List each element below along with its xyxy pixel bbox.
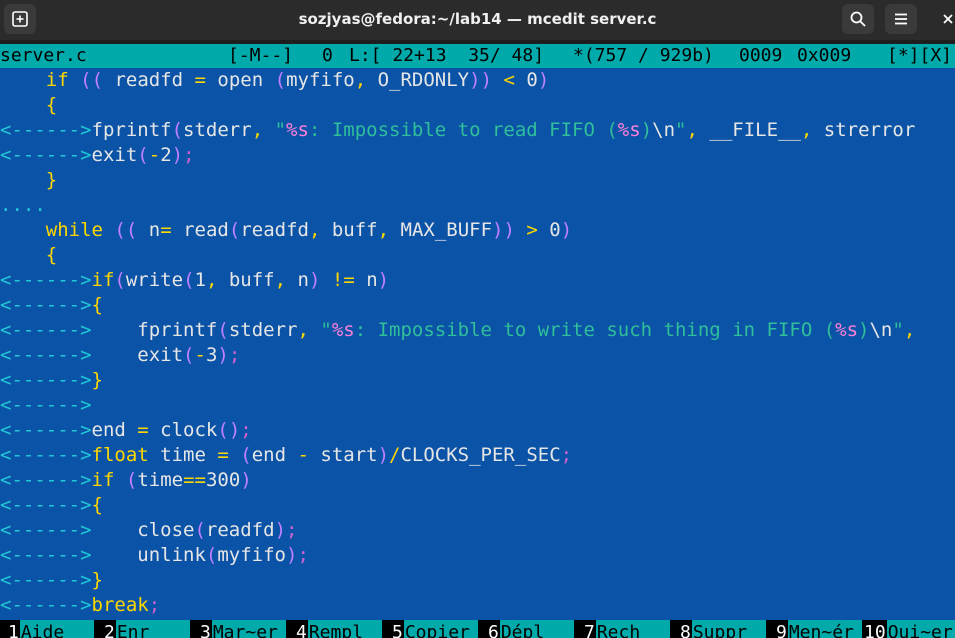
fkey-number: 9	[776, 622, 787, 638]
fkey-10[interactable]: 10 Qui~er	[864, 620, 955, 638]
hamburger-menu-icon	[895, 13, 907, 25]
fkey-3[interactable]: 3 Mar~er	[192, 620, 286, 638]
function-key-bar: 1 Aide 2 Enr 3 Mar~er 4 Rempl 5 Copier 6 Dépl 7 Rech 8…	[0, 620, 955, 638]
fkey-9[interactable]: 9 Men~ér	[768, 620, 862, 638]
code-line[interactable]: <------>}	[0, 568, 955, 593]
code-line[interactable]: <------> exit(-3);	[0, 343, 955, 368]
fkey-1[interactable]: 1 Aide	[0, 620, 94, 638]
fkey-number: 3	[200, 622, 211, 638]
window-title: sozjyas@fedora:~/lab14 — mcedit server.c	[298, 10, 657, 28]
code-line[interactable]: {	[0, 93, 955, 118]
fkey-label: Dépl	[499, 620, 574, 638]
editor-status-line: server.c [-M--] 0 L:[ 22+13 35/ 48] *(75…	[0, 44, 955, 68]
code-line[interactable]: }	[0, 168, 955, 193]
code-editor[interactable]: if (( readfd = open (myfifo, O_RDONLY)) …	[0, 68, 955, 620]
fkey-6[interactable]: 6 Dépl	[480, 620, 574, 638]
code-line[interactable]: <------>exit(-2);	[0, 143, 955, 168]
status-filename: server.c	[0, 45, 87, 66]
code-line[interactable]: <------>{	[0, 493, 955, 518]
code-line[interactable]: <------>break;	[0, 593, 955, 618]
code-line[interactable]: <------>fprintf(stderr, "%s: Impossible …	[0, 118, 955, 143]
status-line-info: L:[ 22+13 35/ 48]	[349, 45, 545, 66]
fkey-label: Suppr	[691, 620, 766, 638]
fkey-number: 4	[296, 622, 307, 638]
close-icon	[943, 14, 953, 24]
fkey-number: 6	[488, 622, 499, 638]
code-line[interactable]: <------> fprintf(stderr, "%s: Impossible…	[0, 318, 955, 343]
code-line[interactable]: while (( n= read(readfd, buff, MAX_BUFF)…	[0, 218, 955, 243]
fkey-4[interactable]: 4 Rempl	[288, 620, 382, 638]
fkey-number: 2	[104, 622, 115, 638]
code-line[interactable]: <------> close(readfd);	[0, 518, 955, 543]
fkey-label: Enr	[115, 620, 190, 638]
code-line[interactable]: <------>if(write(1, buff, n) != n)	[0, 268, 955, 293]
code-line[interactable]: <------>	[0, 393, 955, 418]
fkey-number: 5	[392, 622, 403, 638]
status-char-dec: 0009	[739, 45, 783, 66]
fkey-7[interactable]: 7 Rech	[576, 620, 670, 638]
fkey-2[interactable]: 2 Enr	[96, 620, 190, 638]
status-char-hex: 0x009	[797, 45, 852, 66]
fkey-label: Mar~er	[211, 620, 286, 638]
code-line[interactable]: <------>{	[0, 293, 955, 318]
code-line[interactable]: if (( readfd = open (myfifo, O_RDONLY)) …	[0, 68, 955, 93]
search-icon	[850, 11, 866, 27]
status-column: 0	[322, 45, 333, 66]
fkey-label: Copier	[403, 620, 478, 638]
menu-button[interactable]	[885, 4, 917, 34]
fkey-number: 1	[8, 622, 19, 638]
status-mode: [-M--]	[228, 45, 294, 66]
code-line[interactable]: <------>}	[0, 368, 955, 393]
status-window-buttons[interactable]: [*][X]	[887, 44, 952, 68]
status-bytes: *(757 / 929b)	[573, 45, 714, 66]
code-line[interactable]: <------>end = clock();	[0, 418, 955, 443]
fkey-label: Rempl	[307, 620, 382, 638]
fkey-5[interactable]: 5 Copier	[384, 620, 478, 638]
fkey-label: Qui~er	[886, 620, 955, 638]
fkey-label: Rech	[595, 620, 670, 638]
code-line[interactable]: ....	[0, 193, 955, 218]
fkey-label: Men~ér	[787, 620, 862, 638]
fkey-number: 7	[584, 622, 595, 638]
fkey-number: 8	[680, 622, 691, 638]
code-line[interactable]: <------>if (time==300)	[0, 468, 955, 493]
code-line[interactable]: {	[0, 243, 955, 268]
fkey-number: 10	[864, 622, 886, 638]
search-button[interactable]	[842, 4, 874, 34]
code-line[interactable]: <------> unlink(myfifo);	[0, 543, 955, 568]
window-titlebar: sozjyas@fedora:~/lab14 — mcedit server.c	[0, 0, 955, 40]
fkey-label: Aide	[19, 620, 94, 638]
fkey-8[interactable]: 8 Suppr	[672, 620, 766, 638]
close-button[interactable]	[938, 4, 955, 34]
code-line[interactable]: <------>float time = (end - start)/CLOCK…	[0, 443, 955, 468]
